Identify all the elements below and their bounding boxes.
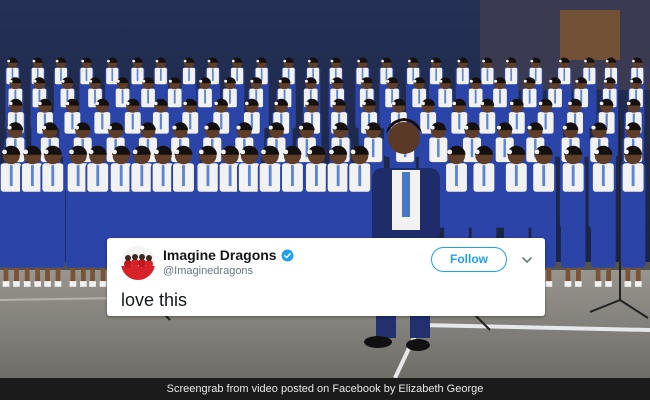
verified-badge-icon: [281, 249, 294, 262]
chevron-down-icon[interactable]: [521, 254, 533, 266]
follow-button[interactable]: Follow: [431, 247, 507, 272]
tweet-text: love this: [121, 290, 188, 310]
embedded-tweet-card[interactable]: Imagine Dragons @Imaginedragons Follow l…: [107, 238, 545, 316]
choir-student: [590, 145, 616, 287]
photo-caption: Screengrab from video posted on Facebook…: [0, 378, 650, 400]
display-name[interactable]: Imagine Dragons: [163, 247, 277, 263]
choir-student: [620, 145, 646, 287]
choir-student: [0, 145, 24, 287]
choir-student: [40, 145, 66, 287]
choir-student: [560, 145, 586, 287]
avatar[interactable]: [121, 246, 155, 280]
tweet-author-name[interactable]: Imagine Dragons: [163, 247, 294, 263]
tweet-handle[interactable]: @Imaginedragons: [163, 265, 253, 277]
stage-decoration: [560, 10, 620, 60]
choir-photo: [0, 0, 650, 378]
